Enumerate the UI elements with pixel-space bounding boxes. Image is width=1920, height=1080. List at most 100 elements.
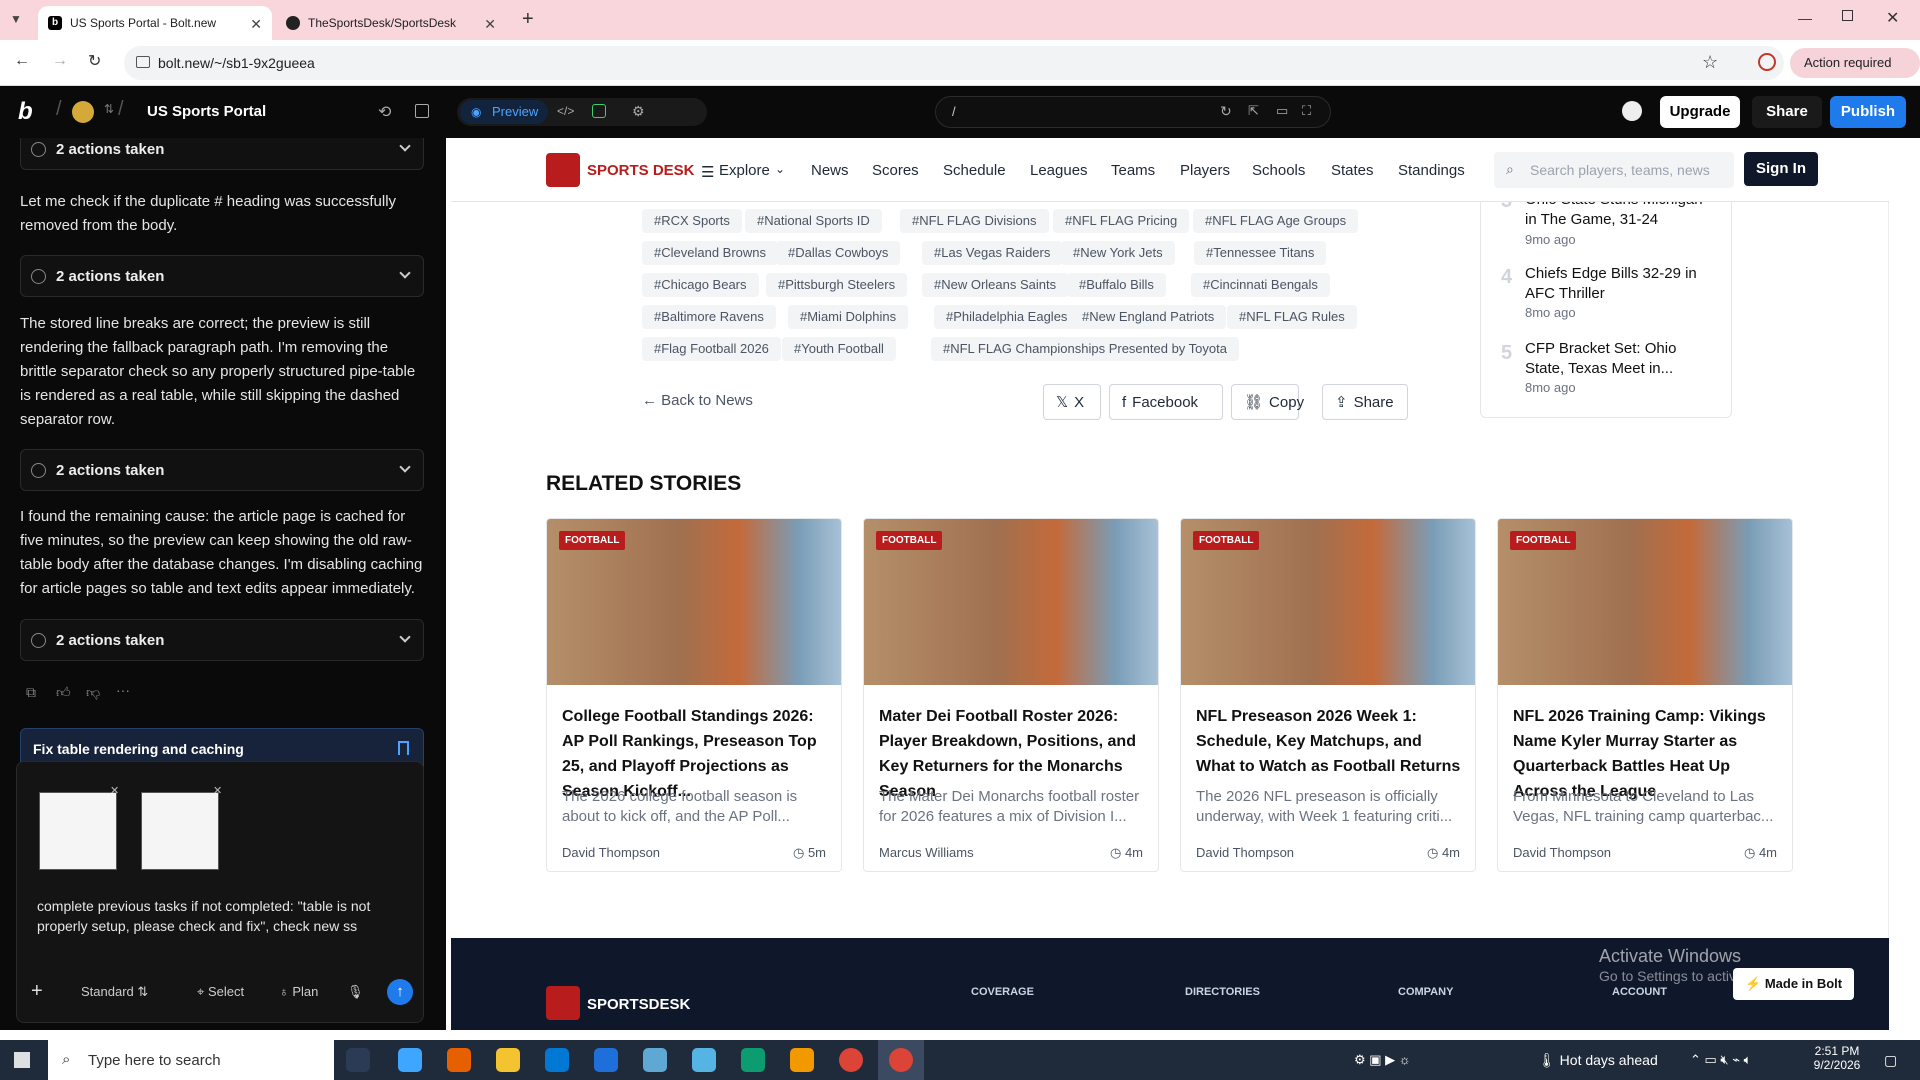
bolt-logo[interactable]: b bbox=[18, 98, 33, 126]
tag-chip[interactable]: #Youth Football bbox=[782, 337, 896, 361]
tag-chip[interactable]: #Chicago Bears bbox=[642, 273, 759, 297]
trending-title[interactable]: Chiefs Edge Bills 32-29 in AFC Thriller bbox=[1525, 264, 1715, 304]
nav-players[interactable]: Players bbox=[1180, 162, 1230, 179]
tab-search-chevron-icon[interactable]: ▼ bbox=[10, 12, 22, 26]
site-brand[interactable]: SPORTS DESK bbox=[587, 162, 695, 179]
clock[interactable]: 2:51 PM 9/2/2026 bbox=[1804, 1044, 1870, 1072]
database-icon[interactable] bbox=[592, 104, 606, 118]
share-x-button[interactable]: 𝕏X bbox=[1043, 384, 1101, 420]
windows-start-icon[interactable] bbox=[14, 1052, 30, 1068]
tag-chip[interactable]: #NFL FLAG Age Groups bbox=[1193, 209, 1359, 233]
tag-chip[interactable]: #RCX Sports bbox=[642, 209, 742, 233]
browser-tab-bolt[interactable]: b US Sports Portal - Bolt.new ✕ bbox=[38, 6, 272, 40]
firefox-icon[interactable] bbox=[447, 1048, 471, 1072]
tag-chip[interactable]: #New England Patriots bbox=[1070, 305, 1227, 329]
store-icon[interactable] bbox=[545, 1048, 569, 1072]
story-card[interactable]: FOOTBALL Mater Dei Football Roster 2026: … bbox=[863, 518, 1159, 872]
open-external-icon[interactable]: ⇱ bbox=[1248, 103, 1259, 119]
site-search-input[interactable]: ⌕ Search players, teams, news bbox=[1494, 152, 1734, 188]
browser-tab-github[interactable]: TheSportsDesk/SportsDesk ✕ bbox=[276, 6, 506, 40]
nav-schedule[interactable]: Schedule bbox=[943, 162, 1006, 179]
avatar[interactable] bbox=[72, 101, 94, 123]
copy-link-button[interactable]: ⛓ Copy bbox=[1231, 384, 1304, 420]
app-icon[interactable] bbox=[692, 1048, 716, 1072]
mail-icon[interactable] bbox=[594, 1048, 618, 1072]
reload-icon[interactable]: ↻ bbox=[88, 51, 101, 71]
project-name[interactable]: US Sports Portal bbox=[147, 103, 266, 120]
close-icon[interactable]: ✕ bbox=[213, 784, 222, 797]
close-icon[interactable]: ✕ bbox=[484, 16, 496, 33]
restore-icon[interactable] bbox=[1842, 10, 1853, 21]
actions-collapsible[interactable]: 2 actions taken bbox=[20, 449, 424, 491]
select-button[interactable]: ⌖ Select bbox=[197, 984, 244, 1000]
share-facebook-button[interactable]: f Facebook bbox=[1109, 384, 1223, 420]
tag-chip[interactable]: #NFL FLAG Pricing bbox=[1053, 209, 1190, 233]
nav-schools[interactable]: Schools bbox=[1252, 162, 1305, 179]
actions-collapsible[interactable]: 2 actions taken bbox=[20, 619, 424, 661]
system-tray-icons[interactable]: ⚙ ▣ ▶ ☼ bbox=[1354, 1052, 1411, 1068]
nav-scores[interactable]: Scores bbox=[872, 162, 919, 179]
copilot-icon[interactable] bbox=[398, 1048, 422, 1072]
tag-chip[interactable]: #New Orleans Saints bbox=[922, 273, 1069, 297]
add-icon[interactable]: + bbox=[31, 980, 43, 1003]
tag-chip[interactable]: #Cleveland Browns bbox=[642, 241, 779, 265]
tag-chip[interactable]: #Dallas Cowboys bbox=[776, 241, 901, 265]
tag-chip[interactable]: #Buffalo Bills bbox=[1067, 273, 1166, 297]
tag-chip[interactable]: #NFL FLAG Rules bbox=[1227, 305, 1357, 329]
tag-chip[interactable]: #Las Vegas Raiders bbox=[922, 241, 1063, 265]
nav-explore[interactable]: Explore bbox=[719, 162, 770, 179]
close-icon[interactable]: ✕ bbox=[250, 16, 262, 33]
microphone-icon[interactable]: 🎙︎ bbox=[347, 984, 364, 1000]
back-icon[interactable]: ← bbox=[14, 52, 30, 70]
bookmark-star-icon[interactable]: ☆ bbox=[1702, 52, 1718, 73]
plan-button[interactable]: ♁ Plan bbox=[279, 984, 318, 999]
share-button[interactable]: ⇪ Share bbox=[1322, 384, 1408, 420]
url-field[interactable]: bolt.new/~/sb1-9x2gueea ☆ bbox=[124, 46, 1784, 80]
trending-title[interactable]: CFP Bracket Set: Ohio State, Texas Meet … bbox=[1525, 339, 1715, 379]
bookmark-icon[interactable] bbox=[398, 741, 409, 755]
back-to-news-link[interactable]: ← Back to News bbox=[642, 392, 753, 409]
app-icon[interactable] bbox=[643, 1048, 667, 1072]
mode-select[interactable]: Standard ⇅ bbox=[81, 984, 148, 1000]
tag-chip[interactable]: #NFL FLAG Divisions bbox=[900, 209, 1049, 233]
publish-button[interactable]: Publish bbox=[1830, 96, 1906, 128]
nav-states[interactable]: States bbox=[1331, 162, 1374, 179]
more-icon[interactable]: ··· bbox=[116, 682, 130, 698]
story-card[interactable]: FOOTBALL NFL Preseason 2026 Week 1: Sched… bbox=[1180, 518, 1476, 872]
thumbs-up-icon[interactable]: 👍︎ bbox=[56, 684, 71, 701]
actions-collapsible[interactable]: 2 actions taken bbox=[20, 255, 424, 297]
code-icon[interactable]: </> bbox=[557, 104, 574, 118]
share-button[interactable]: Share bbox=[1752, 96, 1822, 128]
taskbar-search-input[interactable]: ⌕ Type here to search bbox=[48, 1040, 334, 1080]
refresh-icon[interactable]: ↻ bbox=[1220, 103, 1232, 120]
trophy-logo-icon[interactable] bbox=[546, 153, 580, 187]
fullscreen-icon[interactable]: ⛶ bbox=[1302, 103, 1311, 119]
chrome-active-taskbar-item[interactable] bbox=[878, 1040, 924, 1080]
new-tab-icon[interactable]: + bbox=[522, 8, 534, 31]
nav-news[interactable]: News bbox=[811, 162, 849, 179]
file-explorer-icon[interactable] bbox=[496, 1048, 520, 1072]
forward-icon[interactable]: → bbox=[52, 52, 68, 70]
window-close-icon[interactable]: ✕ bbox=[1886, 8, 1899, 28]
copy-icon[interactable]: ⧉ bbox=[26, 684, 36, 701]
story-card[interactable]: FOOTBALL NFL 2026 Training Camp: Vikings … bbox=[1497, 518, 1793, 872]
github-icon[interactable] bbox=[1622, 101, 1642, 121]
profile-icon[interactable] bbox=[1758, 53, 1776, 71]
nav-standings[interactable]: Standings bbox=[1398, 162, 1465, 179]
tray-icons[interactable]: ⌃ ▭ 🔇︎ ⌁ 🔈︎ bbox=[1690, 1052, 1751, 1068]
thumbs-down-icon[interactable]: 👎︎ bbox=[86, 684, 100, 701]
notification-icon[interactable]: ▢ bbox=[1884, 1052, 1897, 1069]
history-icon[interactable]: ⟲ bbox=[378, 102, 391, 122]
nav-teams[interactable]: Teams bbox=[1111, 162, 1155, 179]
preview-path-field[interactable]: / ↻ ⇱ ▭ ⛶ bbox=[935, 96, 1331, 128]
attachment-thumbnail[interactable] bbox=[39, 792, 117, 870]
weather-widget[interactable]: 🌡︎ Hot days ahead bbox=[1538, 1052, 1658, 1069]
tag-chip[interactable]: #Pittsburgh Steelers bbox=[766, 273, 908, 297]
settings-gear-icon[interactable]: ⚙ bbox=[632, 103, 645, 120]
upgrade-button[interactable]: Upgrade bbox=[1660, 96, 1740, 128]
app-icon[interactable] bbox=[790, 1048, 814, 1072]
close-icon[interactable]: ✕ bbox=[110, 784, 119, 797]
chrome-icon[interactable] bbox=[839, 1048, 863, 1072]
tag-chip[interactable]: #Cincinnati Bengals bbox=[1191, 273, 1330, 297]
tag-chip[interactable]: #Miami Dolphins bbox=[788, 305, 909, 329]
